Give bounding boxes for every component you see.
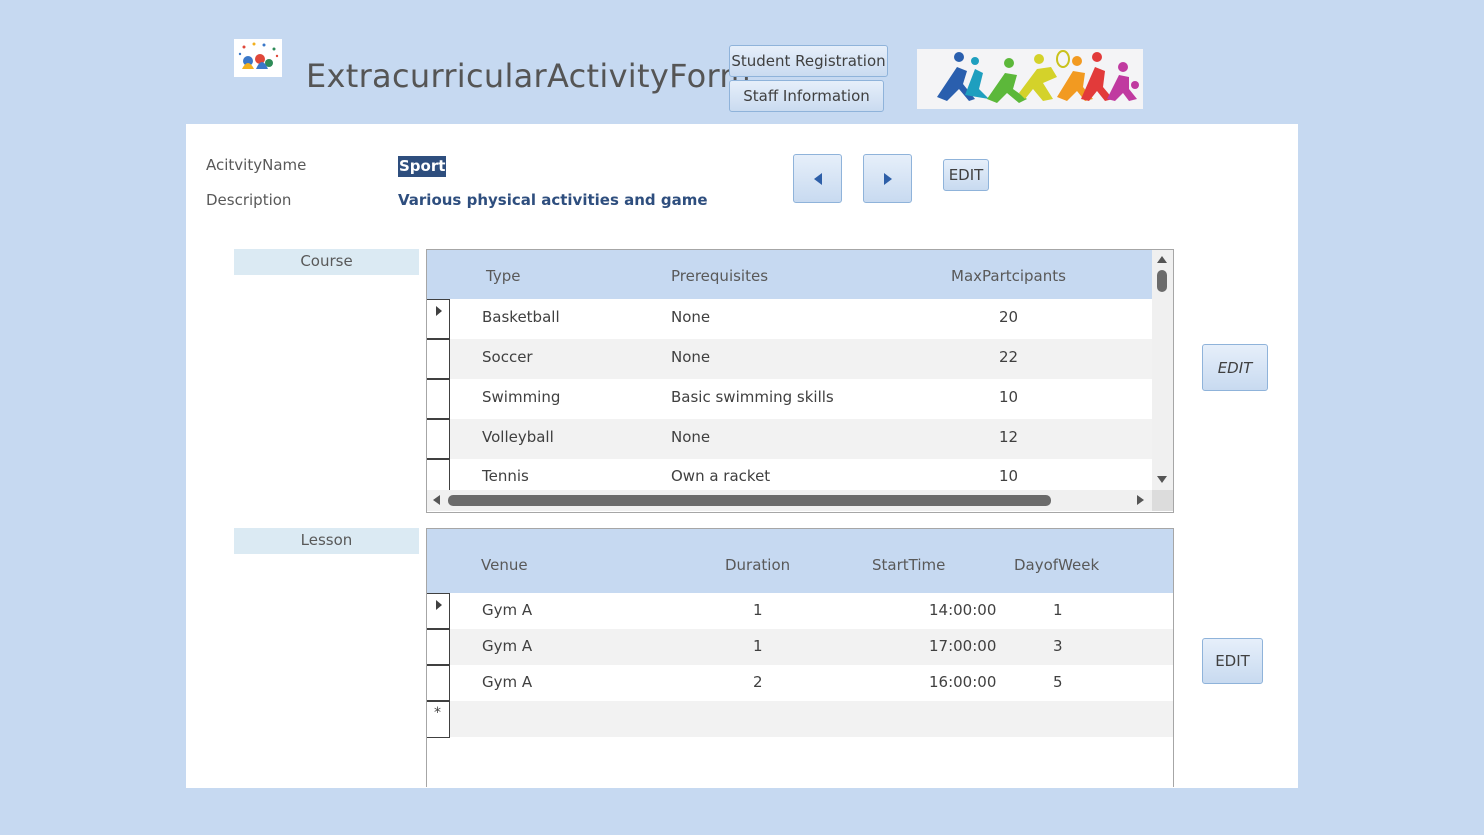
- next-record-button[interactable]: [863, 154, 912, 203]
- cell-prerequisites[interactable]: Basic swimming skills: [671, 388, 834, 406]
- column-header-venue[interactable]: Venue: [481, 556, 528, 574]
- table-row[interactable]: Gym A 2 16:00:00 5: [427, 665, 1173, 701]
- record-selector[interactable]: *: [427, 701, 450, 738]
- cell-type[interactable]: Tennis: [482, 467, 529, 485]
- student-registration-button[interactable]: Student Registration: [729, 45, 888, 77]
- record-selector[interactable]: [427, 593, 450, 629]
- lesson-section-label: Lesson: [234, 528, 419, 554]
- record-selector[interactable]: [427, 459, 450, 490]
- scrollbar-corner: [1152, 490, 1173, 511]
- current-record-icon: [436, 600, 442, 610]
- new-record-row[interactable]: *: [427, 701, 1173, 738]
- cell-maxparticipants[interactable]: 10: [999, 388, 1018, 406]
- cell-maxparticipants[interactable]: 20: [999, 308, 1018, 326]
- cell-prerequisites[interactable]: None: [671, 348, 710, 366]
- previous-record-button[interactable]: [793, 154, 842, 203]
- table-row[interactable]: Gym A 1 17:00:00 3: [427, 629, 1173, 665]
- cell-type[interactable]: Soccer: [482, 348, 533, 366]
- description-field[interactable]: Various physical activities and game: [398, 191, 708, 209]
- cell-type[interactable]: Basketball: [482, 308, 560, 326]
- edit-activity-button[interactable]: EDIT: [943, 159, 989, 191]
- table-row[interactable]: Swimming Basic swimming skills 10: [427, 379, 1152, 419]
- cell-dayofweek[interactable]: 1: [1053, 601, 1063, 619]
- course-datasheet[interactable]: Type Prerequisites MaxPartcipants Basket…: [426, 249, 1174, 513]
- table-row[interactable]: Tennis Own a racket 10: [427, 459, 1152, 490]
- table-row[interactable]: Basketball None 20: [427, 299, 1152, 339]
- cell-type[interactable]: Swimming: [482, 388, 560, 406]
- lesson-header-row: Venue Duration StartTime DayofWeek: [427, 529, 1173, 593]
- record-selector[interactable]: [427, 339, 450, 379]
- record-selector[interactable]: [427, 629, 450, 665]
- page-title: ExtracurricularActivityForm: [306, 57, 751, 95]
- horizontal-scroll-thumb[interactable]: [448, 495, 1051, 506]
- column-header-type[interactable]: Type: [486, 267, 520, 285]
- sports-figures-image: [917, 49, 1143, 109]
- table-row[interactable]: Volleyball None 12: [427, 419, 1152, 459]
- scroll-right-icon[interactable]: [1137, 495, 1144, 505]
- cell-dayofweek[interactable]: 5: [1053, 673, 1063, 691]
- cell-prerequisites[interactable]: None: [671, 428, 710, 446]
- scroll-down-icon[interactable]: [1157, 476, 1167, 483]
- cell-venue[interactable]: Gym A: [482, 601, 532, 619]
- triangle-right-icon: [883, 172, 892, 185]
- table-row[interactable]: Soccer None 22: [427, 339, 1152, 379]
- record-selector[interactable]: [427, 379, 450, 419]
- cell-duration[interactable]: 2: [753, 673, 763, 691]
- cell-prerequisites[interactable]: None: [671, 308, 710, 326]
- column-header-maxparticipants[interactable]: MaxPartcipants: [951, 267, 1066, 285]
- activity-logo-icon: [234, 39, 282, 77]
- record-selector[interactable]: [427, 299, 450, 339]
- scroll-up-icon[interactable]: [1157, 256, 1167, 263]
- cell-starttime[interactable]: 14:00:00: [929, 601, 996, 619]
- horizontal-scrollbar[interactable]: [427, 490, 1152, 511]
- edit-lesson-button[interactable]: EDIT: [1202, 638, 1263, 684]
- column-header-dayofweek[interactable]: DayofWeek: [1014, 556, 1099, 574]
- column-header-starttime[interactable]: StartTime: [872, 556, 945, 574]
- description-label: Description: [206, 191, 292, 209]
- cell-duration[interactable]: 1: [753, 637, 763, 655]
- triangle-left-icon: [813, 172, 822, 185]
- cell-maxparticipants[interactable]: 10: [999, 467, 1018, 485]
- record-selector[interactable]: [427, 419, 450, 459]
- scroll-left-icon[interactable]: [433, 495, 440, 505]
- activity-name-field[interactable]: Sport: [398, 156, 447, 177]
- cell-maxparticipants[interactable]: 22: [999, 348, 1018, 366]
- new-record-marker: *: [434, 705, 441, 721]
- vertical-scroll-thumb[interactable]: [1157, 270, 1167, 292]
- cell-type[interactable]: Volleyball: [482, 428, 554, 446]
- cell-maxparticipants[interactable]: 12: [999, 428, 1018, 446]
- cell-prerequisites[interactable]: Own a racket: [671, 467, 770, 485]
- vertical-scrollbar[interactable]: [1152, 250, 1173, 490]
- cell-duration[interactable]: 1: [753, 601, 763, 619]
- cell-dayofweek[interactable]: 3: [1053, 637, 1063, 655]
- cell-starttime[interactable]: 17:00:00: [929, 637, 996, 655]
- cell-venue[interactable]: Gym A: [482, 637, 532, 655]
- column-header-prerequisites[interactable]: Prerequisites: [671, 267, 768, 285]
- lesson-datasheet[interactable]: Venue Duration StartTime DayofWeek Gym A…: [426, 528, 1174, 787]
- cell-starttime[interactable]: 16:00:00: [929, 673, 996, 691]
- table-row[interactable]: Gym A 1 14:00:00 1: [427, 593, 1173, 629]
- course-section-label: Course: [234, 249, 419, 275]
- activity-name-label: AcitvityName: [206, 156, 307, 174]
- staff-information-button[interactable]: Staff Information: [729, 80, 884, 112]
- column-header-duration[interactable]: Duration: [725, 556, 790, 574]
- cell-venue[interactable]: Gym A: [482, 673, 532, 691]
- current-record-icon: [436, 306, 442, 316]
- course-header-row: Type Prerequisites MaxPartcipants: [427, 250, 1152, 299]
- edit-course-button[interactable]: EDIT: [1202, 344, 1268, 391]
- record-selector[interactable]: [427, 665, 450, 701]
